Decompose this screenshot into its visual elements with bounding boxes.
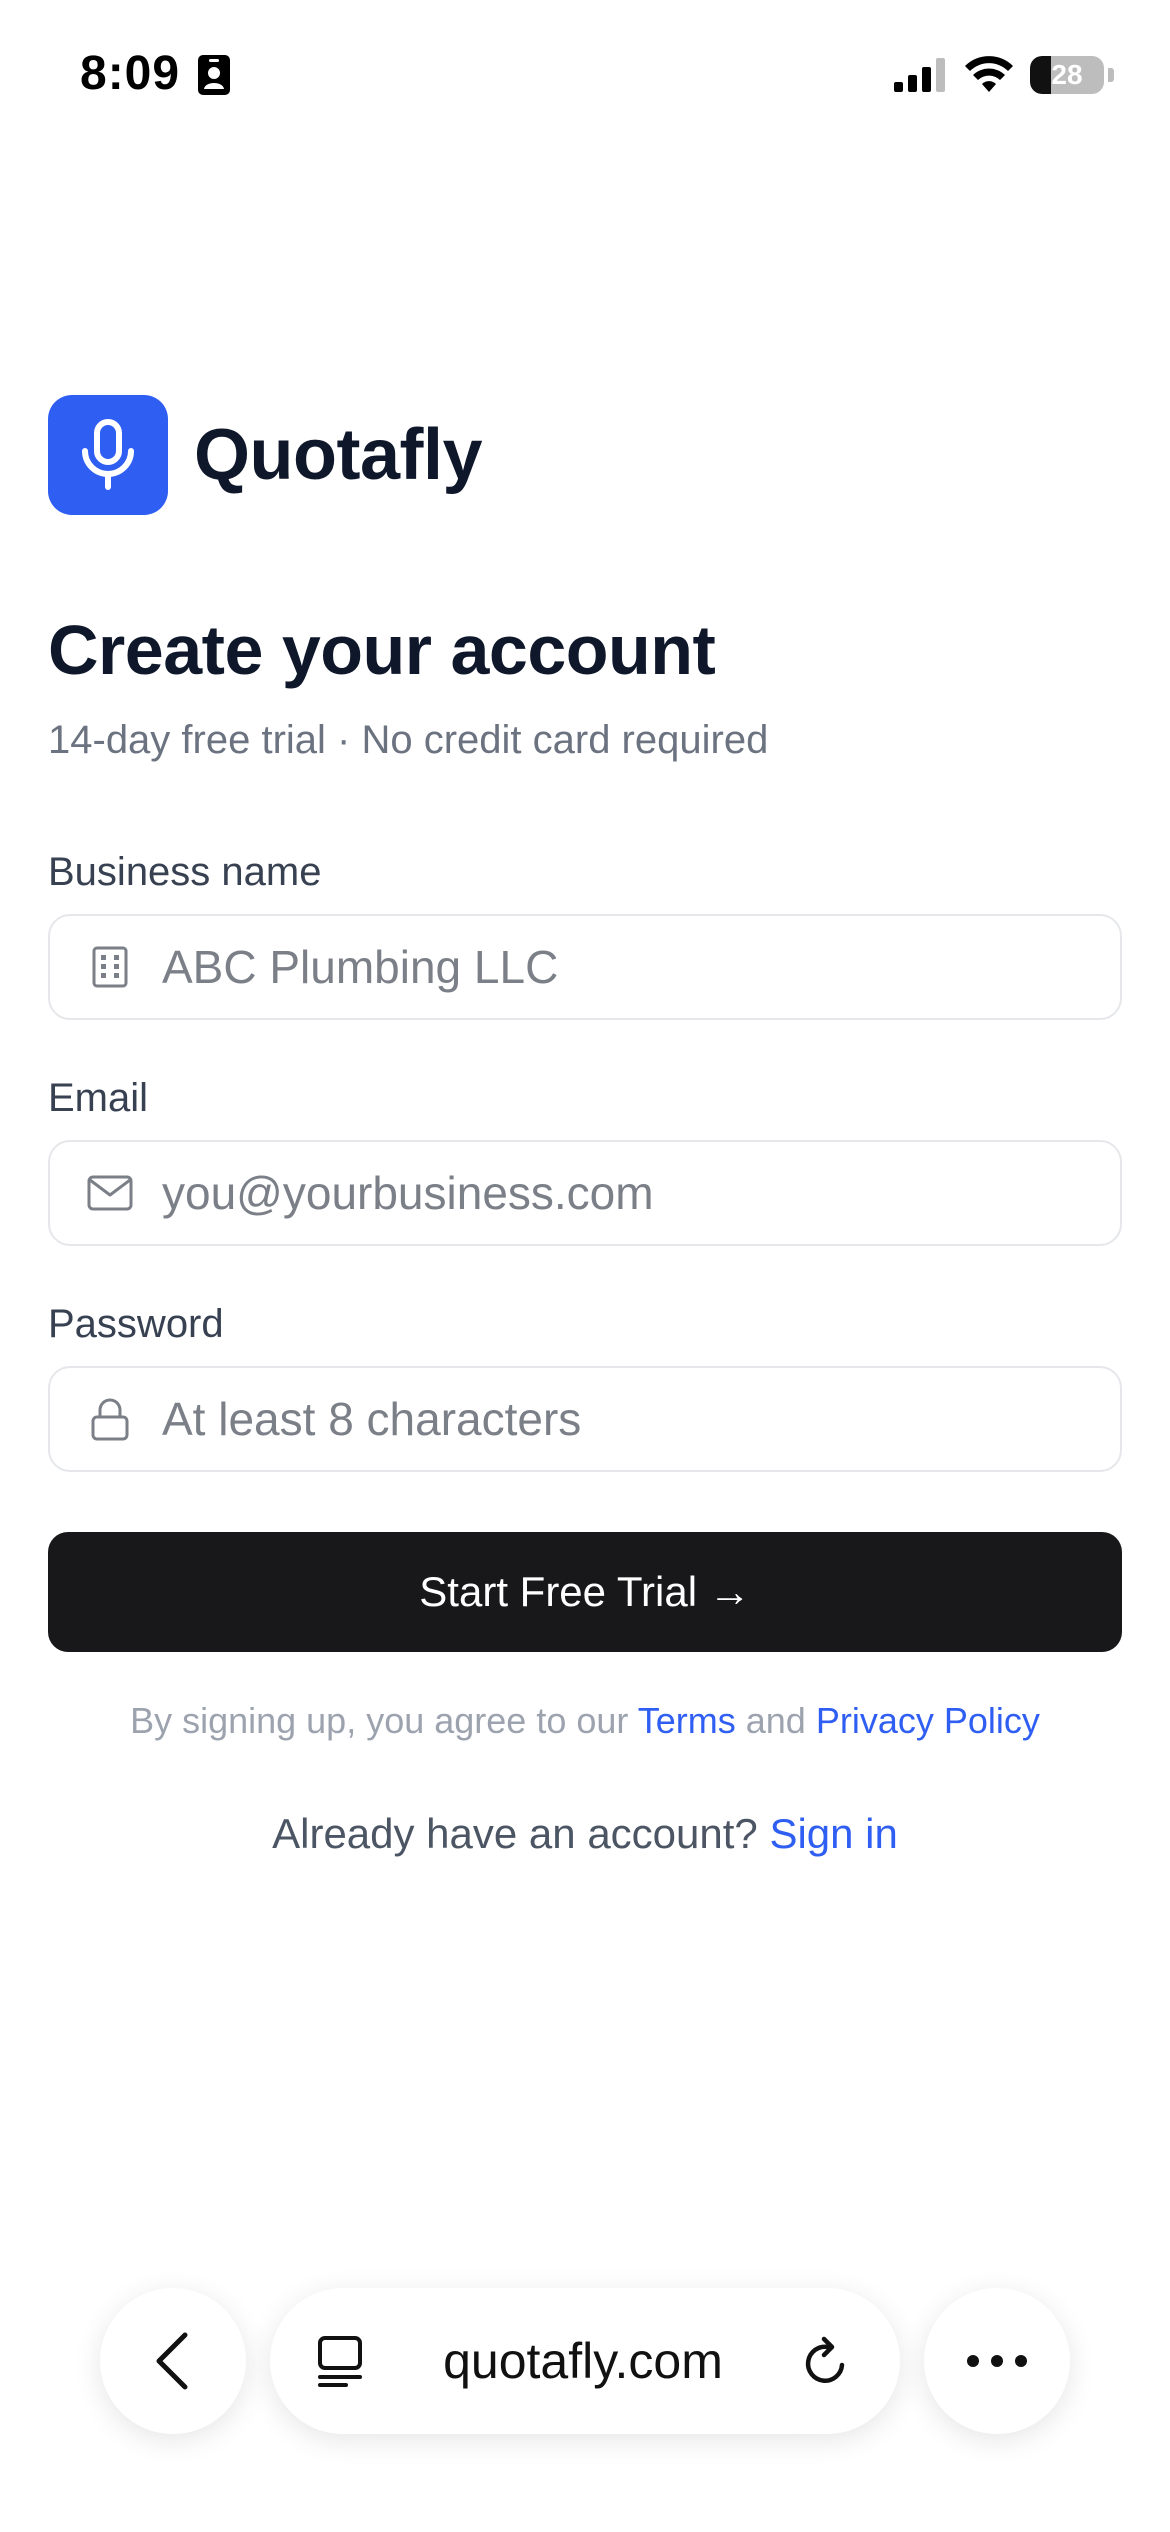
page-subtitle: 14-day free trial · No credit card requi…: [48, 718, 769, 762]
tab-overview-icon[interactable]: [316, 2335, 364, 2387]
signin-prompt: Already have an account? Sign in: [0, 1810, 1170, 1858]
ellipsis-icon: [967, 2355, 1027, 2367]
more-options-button[interactable]: [924, 2288, 1070, 2434]
status-time: 8:09: [80, 47, 181, 100]
email-label: Email: [48, 1076, 149, 1120]
microphone-icon: [82, 419, 134, 490]
mail-icon: [86, 1169, 134, 1217]
status-icons: 28: [894, 52, 1114, 98]
wifi-icon: [965, 56, 1013, 92]
sign-in-link[interactable]: Sign in: [769, 1810, 897, 1857]
battery-level: 28: [1051, 59, 1083, 90]
business-name-input[interactable]: [162, 940, 1062, 994]
password-input[interactable]: [162, 1392, 1062, 1446]
battery-cap: [1108, 68, 1114, 82]
password-label: Password: [48, 1302, 224, 1346]
url-text: quotafly.com: [443, 2333, 723, 2389]
email-field[interactable]: [48, 1140, 1122, 1246]
page-title: Create your account: [48, 611, 716, 689]
legal-notice: By signing up, you agree to our Terms an…: [0, 1700, 1170, 1742]
email-input[interactable]: [162, 1166, 1062, 1220]
business-name-label: Business name: [48, 850, 322, 894]
signin-prompt-text: Already have an account?: [272, 1810, 758, 1857]
reload-icon[interactable]: [802, 2335, 852, 2387]
address-bar[interactable]: quotafly.com: [270, 2288, 900, 2434]
legal-prefix: By signing up, you agree to our: [130, 1700, 629, 1741]
status-bar: 8:09 28: [0, 0, 1170, 150]
start-free-trial-button[interactable]: Start Free Trial →: [48, 1532, 1122, 1652]
terms-link[interactable]: Terms: [638, 1700, 736, 1741]
business-name-field[interactable]: [48, 914, 1122, 1020]
privacy-policy-link[interactable]: Privacy Policy: [816, 1700, 1040, 1741]
brand-name: Quotafly: [194, 415, 483, 495]
back-button[interactable]: [100, 2288, 246, 2434]
lock-icon: [86, 1395, 134, 1443]
chevron-left-icon: [156, 2332, 188, 2390]
legal-and: and: [745, 1700, 806, 1741]
password-field[interactable]: [48, 1366, 1122, 1472]
brand: Quotafly: [48, 395, 483, 515]
browser-toolbar: quotafly.com: [0, 2280, 1170, 2440]
cellular-signal-icon: [894, 58, 945, 92]
battery-indicator: 28: [1030, 56, 1104, 94]
brand-logo: [48, 395, 168, 515]
building-icon: [86, 943, 134, 991]
id-badge-icon: [198, 55, 230, 95]
